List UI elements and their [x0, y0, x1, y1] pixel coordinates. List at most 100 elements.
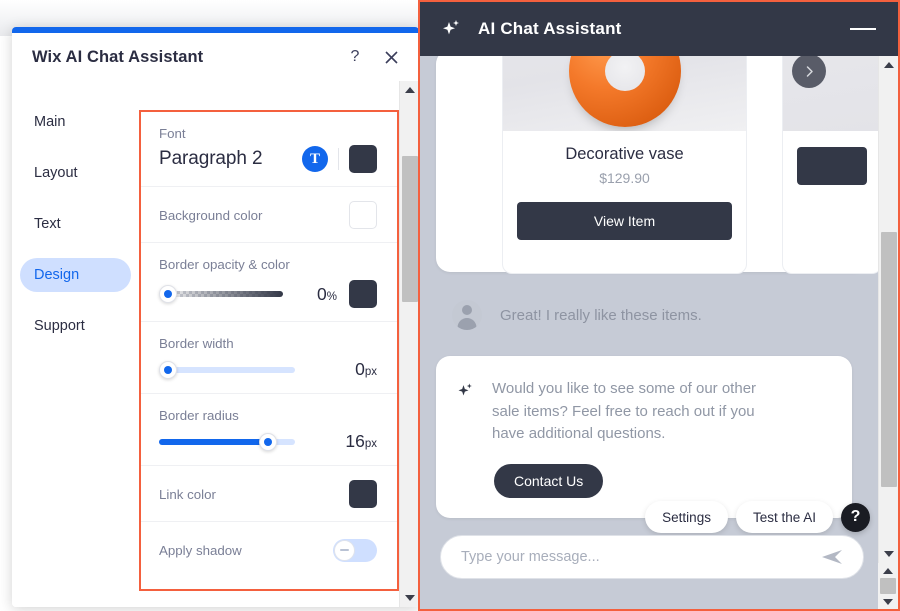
sidebar-item-label: Text — [34, 216, 61, 232]
setting-row-link-color: Link color — [141, 466, 397, 522]
sidebar-item-label: Design — [34, 267, 80, 283]
border-opacity-control: 0% — [159, 280, 377, 308]
sidebar-item-layout[interactable]: Layout — [20, 156, 131, 190]
slider-thumb[interactable] — [159, 285, 177, 303]
send-paper-plane-icon[interactable] — [821, 549, 843, 565]
border-width-value: 0px — [355, 359, 377, 379]
dialog-body: Main Layout Text Design Support Font Par… — [12, 81, 419, 607]
border-color-swatch[interactable] — [349, 280, 377, 308]
border-opacity-value-group: 0% — [293, 280, 377, 308]
apply-shadow-control: Apply shadow — [159, 536, 377, 564]
background-color-swatch[interactable] — [349, 201, 377, 229]
wix-settings-dialog: Wix AI Chat Assistant ? Main Layout Text — [12, 27, 419, 607]
scroll-down-arrow-icon[interactable] — [879, 545, 898, 563]
product-price: $129.90 — [599, 170, 650, 186]
message-input-placeholder[interactable]: Type your message... — [461, 549, 600, 565]
chat-body: Decorative vase $129.90 View Item Great!… — [420, 56, 878, 609]
setting-row-font: Font Paragraph 2 T — [141, 112, 397, 187]
dialog-header: Wix AI Chat Assistant ? — [12, 33, 419, 81]
setting-row-background-color: Background color — [141, 187, 397, 243]
question-mark-icon[interactable]: ? — [345, 47, 365, 67]
scrollbar-thumb[interactable] — [880, 578, 896, 594]
product-title: Decorative vase — [565, 145, 684, 163]
text-style-icon[interactable]: T — [302, 146, 328, 172]
scroll-down-arrow-icon[interactable] — [878, 594, 898, 609]
border-width-slider[interactable] — [159, 360, 295, 379]
slider-track — [159, 366, 295, 373]
link-color-control: Link color — [159, 480, 377, 508]
background-color-control: Background color — [159, 201, 377, 229]
sparkle-icon — [440, 17, 464, 41]
ai-chat-widget: AI Chat Assistant Decorative vase $129.9… — [418, 0, 900, 611]
link-color-label: Link color — [159, 486, 216, 502]
sidebar-item-label: Layout — [34, 165, 78, 181]
border-radius-control: 16px — [159, 431, 377, 452]
product-card-next[interactable] — [782, 56, 878, 274]
scroll-up-arrow-icon[interactable] — [400, 81, 419, 99]
sidebar-item-design[interactable]: Design — [20, 258, 131, 292]
composer-scrollbar[interactable] — [878, 563, 898, 609]
border-opacity-value: 0% — [317, 283, 337, 304]
font-control: Paragraph 2 T — [159, 145, 377, 173]
contact-us-button[interactable]: Contact Us — [494, 463, 604, 498]
border-opacity-label: Border opacity & color — [159, 257, 290, 272]
chat-action-pills: Settings Test the AI ? — [645, 501, 870, 533]
slider-thumb[interactable] — [159, 360, 177, 379]
link-color-swatch[interactable] — [349, 480, 377, 508]
apply-shadow-label: Apply shadow — [159, 542, 242, 558]
view-item-button[interactable] — [797, 147, 867, 185]
view-item-button[interactable]: View Item — [517, 202, 732, 240]
sidebar-item-label: Main — [34, 114, 66, 130]
font-label: Font — [159, 126, 186, 141]
border-radius-value: 16px — [345, 431, 377, 451]
scrollbar-thumb[interactable] — [402, 156, 418, 302]
setting-row-apply-shadow: Apply shadow — [141, 522, 397, 577]
page-title: Wix AI Chat Assistant — [32, 47, 204, 66]
design-settings-highlight: Font Paragraph 2 T Background color Bord… — [139, 110, 399, 591]
product-image — [503, 56, 746, 131]
scroll-down-arrow-icon[interactable] — [400, 589, 419, 607]
settings-nav: Main Layout Text Design Support — [12, 81, 139, 607]
product-carousel: Decorative vase $129.90 View Item — [436, 56, 878, 274]
settings-scrollbar[interactable] — [399, 81, 419, 607]
help-question-icon[interactable]: ? — [841, 502, 870, 532]
ai-message-bubble: Would you like to see some of our other … — [436, 356, 852, 518]
chat-title: AI Chat Assistant — [478, 19, 622, 38]
product-card[interactable]: Decorative vase $129.90 View Item — [502, 56, 747, 274]
border-radius-value-group: 16px — [305, 431, 377, 452]
settings-button[interactable]: Settings — [645, 501, 728, 533]
chat-header: AI Chat Assistant — [420, 2, 898, 56]
border-radius-slider[interactable] — [159, 432, 295, 451]
sidebar-item-main[interactable]: Main — [20, 105, 131, 139]
border-radius-label: Border radius — [159, 408, 239, 423]
border-width-label: Border width — [159, 336, 234, 351]
sidebar-item-text[interactable]: Text — [20, 207, 131, 241]
message-composer[interactable]: Type your message... — [440, 535, 864, 579]
scroll-up-arrow-icon[interactable] — [878, 563, 898, 578]
scroll-up-arrow-icon[interactable] — [879, 56, 898, 74]
close-icon[interactable] — [381, 47, 401, 67]
ai-message-text: Would you like to see some of our other … — [492, 380, 757, 442]
dialog-header-actions: ? — [345, 47, 401, 67]
setting-row-border-radius: Border radius 16px — [141, 394, 397, 466]
sparkle-icon — [456, 381, 476, 446]
sidebar-item-support[interactable]: Support — [20, 309, 131, 343]
setting-row-border-width: Border width 0px — [141, 322, 397, 394]
border-opacity-slider[interactable] — [159, 285, 283, 303]
minimize-icon[interactable] — [850, 28, 876, 30]
scrollbar-thumb[interactable] — [881, 232, 897, 487]
font-right-controls: T — [302, 145, 377, 173]
border-width-value-group: 0px — [305, 359, 377, 380]
slider-thumb[interactable] — [259, 432, 277, 451]
slider-track — [159, 291, 283, 297]
apply-shadow-toggle[interactable] — [333, 538, 377, 562]
vase-graphic — [568, 56, 681, 127]
setting-row-border-opacity: Border opacity & color 0% — [141, 243, 397, 322]
chat-scrollbar[interactable] — [878, 56, 898, 563]
ai-message-row: Would you like to see some of our other … — [456, 378, 830, 446]
test-the-ai-button[interactable]: Test the AI — [735, 501, 833, 533]
user-avatar-icon — [452, 300, 482, 330]
font-value[interactable]: Paragraph 2 — [159, 148, 263, 170]
font-color-swatch[interactable] — [349, 145, 377, 173]
border-width-control: 0px — [159, 359, 377, 380]
